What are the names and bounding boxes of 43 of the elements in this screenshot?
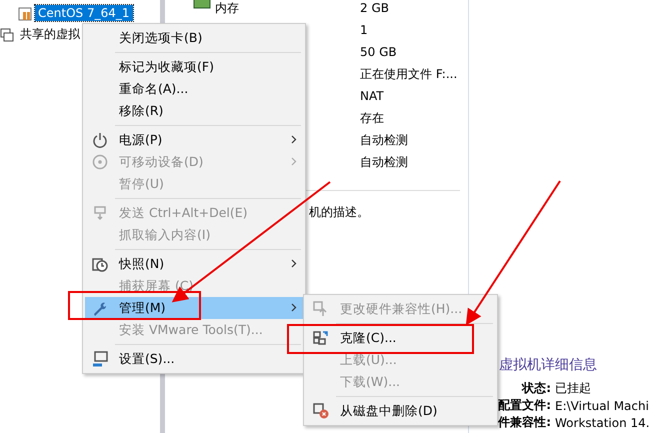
detail-value: Workstation 14. [555, 416, 651, 430]
tree-item[interactable]: CentOS 7_64_1 [35, 5, 132, 21]
device-value: 50 GB [360, 44, 398, 61]
description-text: 机的描述。 [309, 204, 369, 221]
device-value: 存在 [360, 110, 385, 127]
details-title: 虚拟机详细信息 [498, 356, 598, 374]
menu-item[interactable]: 关闭选项卡(B) [85, 27, 303, 49]
chevron-icon [291, 303, 297, 312]
clock-icon [92, 256, 108, 272]
device-value: 自动检测 [360, 154, 409, 171]
memory-icon [193, 0, 211, 9]
detail-label: 状态: [520, 380, 551, 397]
detail-label: 件兼容性: [497, 414, 551, 431]
upgrade-icon [313, 301, 329, 317]
chevron-icon [291, 135, 297, 144]
wrench-icon [92, 300, 108, 316]
detail-value: 已挂起 [555, 380, 592, 397]
chevron-icon [291, 157, 297, 166]
menu-item[interactable]: 移除(R) [85, 100, 303, 122]
device-value: NAT [360, 88, 385, 105]
clone-icon [313, 330, 329, 346]
chevron-icon [291, 259, 297, 268]
settings-icon [92, 351, 108, 367]
disc-icon [92, 154, 108, 170]
menu-item[interactable]: 克隆(C)... [306, 327, 495, 349]
menu-item[interactable]: 快照(N) [85, 253, 303, 275]
device-value: 正在使用文件 F:... [360, 66, 458, 83]
menu-item[interactable]: 标记为收藏项(F) [85, 56, 303, 78]
menu-item[interactable]: 管理(M) [85, 297, 303, 319]
tree-item[interactable]: 共享的虚拟 [17, 25, 83, 44]
menu-item[interactable]: 电源(P) [85, 129, 303, 151]
device-value: 自动检测 [360, 132, 409, 149]
device-value: 2 GB [360, 0, 390, 17]
delete-icon [313, 403, 329, 419]
detail-value: E:\Virtual Machi [555, 398, 650, 412]
vm-icon [18, 5, 32, 21]
device-label: 内存 [215, 0, 239, 17]
menu-item[interactable]: 重命名(A)... [85, 78, 303, 100]
detail-label: 配置文件: [497, 397, 551, 414]
device-value: 1 [360, 22, 369, 39]
menu-item[interactable]: 从磁盘中删除(D) [306, 400, 495, 422]
power-icon [92, 132, 108, 148]
menu-item[interactable]: 设置(S)... [85, 348, 303, 370]
